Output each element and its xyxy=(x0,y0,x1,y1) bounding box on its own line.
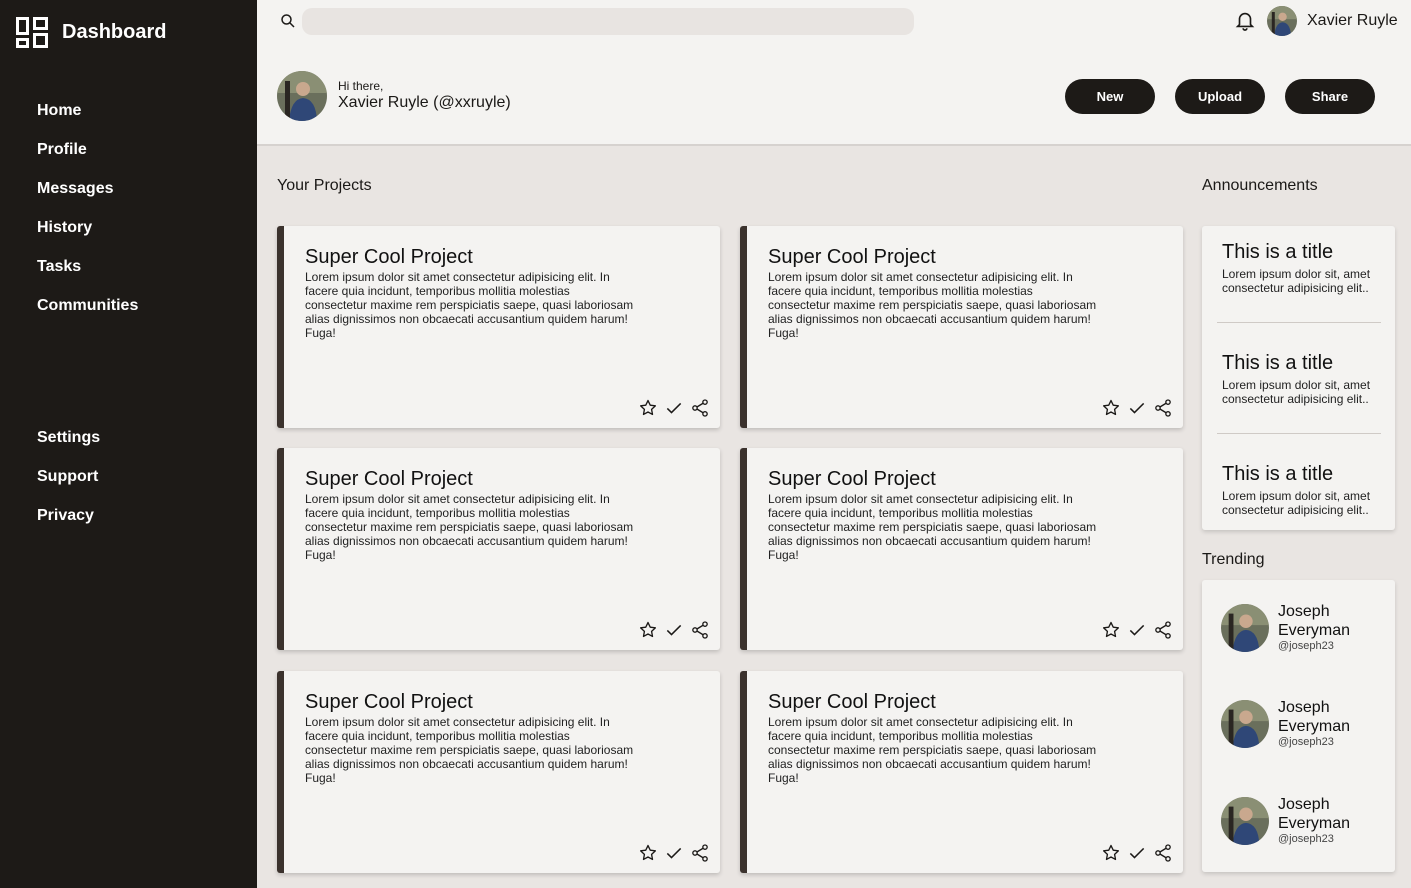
share-icon[interactable] xyxy=(690,843,710,863)
announcement-text: Lorem ipsum dolor sit, amet consectetur … xyxy=(1222,378,1371,406)
avatar xyxy=(1221,700,1269,748)
trending-name: Joseph Everyman xyxy=(1278,603,1351,639)
nav-item-history[interactable]: History xyxy=(37,217,138,256)
project-card[interactable]: Super Cool Project Lorem ipsum dolor sit … xyxy=(740,448,1183,650)
card-actions xyxy=(1101,620,1173,640)
trending-name: Joseph Everyman xyxy=(1278,796,1351,832)
card-actions xyxy=(638,398,710,418)
announcement-item[interactable]: This is a title Lorem ipsum dolor sit, a… xyxy=(1222,352,1382,406)
check-icon[interactable] xyxy=(664,843,684,863)
project-card[interactable]: Super Cool Project Lorem ipsum dolor sit … xyxy=(277,226,720,428)
card-actions xyxy=(1101,843,1173,863)
search-icon[interactable] xyxy=(279,12,297,30)
bell-icon[interactable] xyxy=(1234,8,1256,32)
trending-user[interactable]: Joseph Everyman @joseph23 xyxy=(1221,602,1368,652)
projects-heading: Your Projects xyxy=(277,177,372,194)
share-button[interactable]: Share xyxy=(1285,79,1375,114)
check-icon[interactable] xyxy=(664,398,684,418)
profile-avatar xyxy=(277,71,327,121)
announcement-text: Lorem ipsum dolor sit, amet consectetur … xyxy=(1222,489,1371,517)
project-card[interactable]: Super Cool Project Lorem ipsum dolor sit … xyxy=(277,448,720,650)
search-input[interactable] xyxy=(302,8,914,35)
project-title: Super Cool Project xyxy=(768,246,936,268)
announcement-text: Lorem ipsum dolor sit, amet consectetur … xyxy=(1222,267,1371,295)
announcement-title: This is a title xyxy=(1222,463,1334,485)
project-title: Super Cool Project xyxy=(305,468,473,490)
star-icon[interactable] xyxy=(638,398,658,418)
project-title: Super Cool Project xyxy=(305,691,473,713)
project-card[interactable]: Super Cool Project Lorem ipsum dolor sit … xyxy=(277,671,720,873)
divider xyxy=(1217,433,1381,434)
trending-user[interactable]: Joseph Everyman @joseph23 xyxy=(1221,698,1368,748)
nav-item-settings[interactable]: Settings xyxy=(37,427,100,466)
trending-name: Joseph Everyman xyxy=(1278,699,1351,735)
trending-heading: Trending xyxy=(1202,551,1265,568)
share-icon[interactable] xyxy=(1153,398,1173,418)
trending-user[interactable]: Joseph Everyman @joseph23 xyxy=(1221,795,1368,845)
nav-item-home[interactable]: Home xyxy=(37,100,138,139)
check-icon[interactable] xyxy=(1127,843,1147,863)
share-icon[interactable] xyxy=(690,398,710,418)
card-actions xyxy=(638,843,710,863)
trending-handle: @joseph23 xyxy=(1278,640,1334,652)
star-icon[interactable] xyxy=(638,620,658,640)
nav-item-profile[interactable]: Profile xyxy=(37,139,138,178)
divider xyxy=(1217,322,1381,323)
nav-item-privacy[interactable]: Privacy xyxy=(37,505,100,544)
avatar xyxy=(1221,797,1269,845)
announcements-panel: This is a title Lorem ipsum dolor sit, a… xyxy=(1202,226,1395,530)
announcements-heading: Announcements xyxy=(1202,177,1318,194)
brand-title: Dashboard xyxy=(62,21,167,43)
star-icon[interactable] xyxy=(1101,620,1121,640)
check-icon[interactable] xyxy=(1127,398,1147,418)
sidebar: Dashboard Home Profile Messages History … xyxy=(0,0,257,888)
announcement-item[interactable]: This is a title Lorem ipsum dolor sit, a… xyxy=(1222,241,1382,295)
announcement-title: This is a title xyxy=(1222,352,1334,374)
announcement-title: This is a title xyxy=(1222,241,1334,263)
trending-handle: @joseph23 xyxy=(1278,833,1334,845)
share-icon[interactable] xyxy=(690,620,710,640)
nav-item-tasks[interactable]: Tasks xyxy=(37,256,138,295)
share-icon[interactable] xyxy=(1153,620,1173,640)
avatar xyxy=(1221,604,1269,652)
upload-button[interactable]: Upload xyxy=(1175,79,1265,114)
header: Xavier Ruyle Hi there, Xavier Ruyle (@xx… xyxy=(257,0,1411,146)
project-description: Lorem ipsum dolor sit amet consectetur a… xyxy=(305,492,634,562)
brand[interactable]: Dashboard xyxy=(16,17,166,48)
announcement-item[interactable]: This is a title Lorem ipsum dolor sit, a… xyxy=(1222,463,1382,517)
project-title: Super Cool Project xyxy=(305,246,473,268)
star-icon[interactable] xyxy=(638,843,658,863)
project-title: Super Cool Project xyxy=(768,468,936,490)
project-card[interactable]: Super Cool Project Lorem ipsum dolor sit … xyxy=(740,671,1183,873)
new-button[interactable]: New xyxy=(1065,79,1155,114)
project-description: Lorem ipsum dolor sit amet consectetur a… xyxy=(768,715,1097,785)
nav-item-messages[interactable]: Messages xyxy=(37,178,138,217)
nav-item-communities[interactable]: Communities xyxy=(37,295,138,334)
main-nav: Home Profile Messages History Tasks Comm… xyxy=(37,100,138,334)
project-title: Super Cool Project xyxy=(768,691,936,713)
greeting-text: Hi there, xyxy=(338,79,384,93)
trending-panel: Joseph Everyman @joseph23 Joseph Everyma… xyxy=(1202,580,1395,872)
card-actions xyxy=(638,620,710,640)
project-description: Lorem ipsum dolor sit amet consectetur a… xyxy=(768,492,1097,562)
project-description: Lorem ipsum dolor sit amet consectetur a… xyxy=(768,270,1097,340)
check-icon[interactable] xyxy=(1127,620,1147,640)
trending-handle: @joseph23 xyxy=(1278,736,1334,748)
secondary-nav: Settings Support Privacy xyxy=(37,427,100,544)
project-description: Lorem ipsum dolor sit amet consectetur a… xyxy=(305,270,634,340)
project-description: Lorem ipsum dolor sit amet consectetur a… xyxy=(305,715,634,785)
card-actions xyxy=(1101,398,1173,418)
nav-item-support[interactable]: Support xyxy=(37,466,100,505)
share-icon[interactable] xyxy=(1153,843,1173,863)
star-icon[interactable] xyxy=(1101,398,1121,418)
star-icon[interactable] xyxy=(1101,843,1121,863)
dashboard-icon xyxy=(16,17,48,48)
avatar[interactable] xyxy=(1267,6,1297,36)
top-username[interactable]: Xavier Ruyle xyxy=(1307,12,1398,30)
check-icon[interactable] xyxy=(664,620,684,640)
project-card[interactable]: Super Cool Project Lorem ipsum dolor sit … xyxy=(740,226,1183,428)
greeting-name: Xavier Ruyle (@xxruyle) xyxy=(338,94,511,111)
